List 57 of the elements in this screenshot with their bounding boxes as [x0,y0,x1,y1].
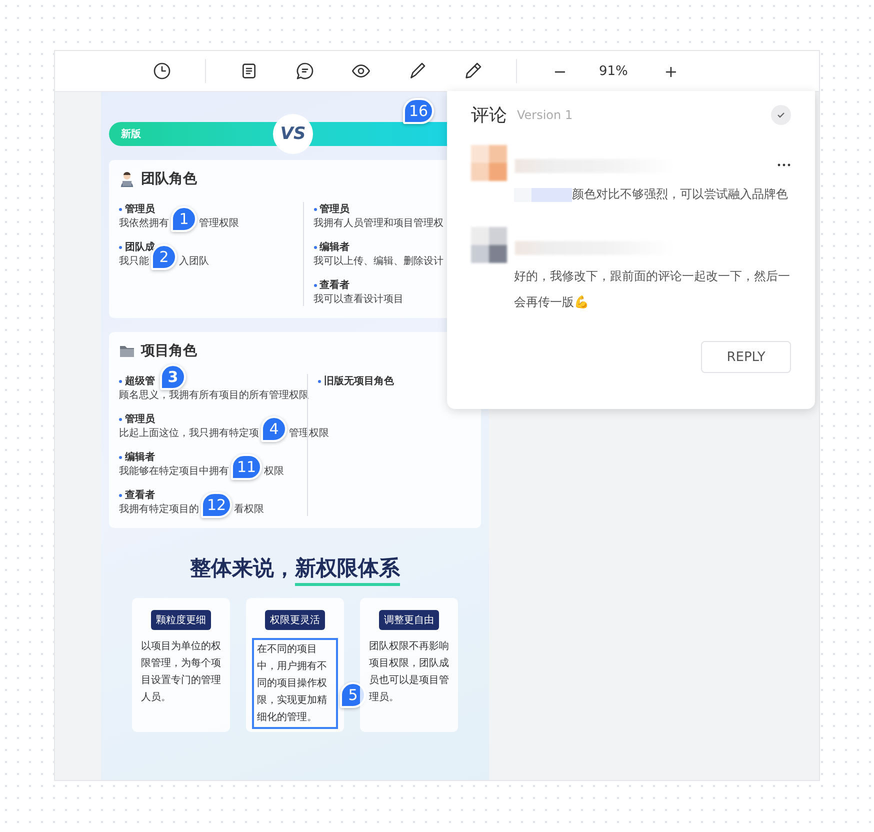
card-title: 团队角色 [141,170,197,188]
avatar [471,145,507,181]
folder-icon [119,344,135,358]
role-description: 管理权限 [199,216,239,230]
role-description: 我拥有特定项目的 [119,502,199,516]
comment-text: 好的，我修改下，跟前面的评论一起改一下，然后一会再传一版💪 [514,268,791,311]
zoom-in-button[interactable]: + [658,58,684,84]
role-title: 查看者 [320,278,350,292]
comment-pin[interactable]: 11 [231,454,262,480]
card-title: 项目角色 [141,342,197,360]
role-description: 我拥有人员管理和项目管理权 [314,216,444,230]
role-description: 看权限 [234,502,264,516]
summary-highlight: 新权限体系 [295,554,400,586]
role-title: 编辑者 [320,240,350,254]
reply-button[interactable]: REPLY [701,341,791,373]
role-description: 我能够在特定项目中拥有 [119,464,229,478]
person-laptop-icon [119,171,135,187]
role-description: 我可以查看设计项目 [314,292,404,306]
eyedropper-icon [463,61,483,81]
zoom-out-button[interactable]: − [547,58,573,84]
role-title: 编辑者 [125,450,155,464]
feature-badge: 权限更灵活 [265,610,325,630]
resolve-button[interactable] [771,105,791,125]
comment-pin[interactable]: 16 [403,98,434,124]
avatar [471,227,507,263]
role-description: 比起上面这位，我只拥有特定项 [119,426,259,440]
role-description: 权限 [264,464,284,478]
comment-text: 颜色对比不够强烈，可以尝试融入品牌色 [514,181,792,207]
role-title: 管理员 [320,202,350,216]
comment-pin[interactable]: 4 [261,416,287,442]
clock-icon [152,61,172,81]
check-icon [776,110,786,120]
comment-pin[interactable]: 3 [160,364,186,390]
banner-label: 新版 [121,127,141,141]
role-title: 旧版无项目角色 [324,374,394,388]
summary-heading: 整体来说， [190,555,295,582]
feature-text: 团队权限不再影响项目权限，团队成员也可以是项目管理员。 [369,640,449,705]
more-icon [777,163,791,167]
role-description: 我依然拥有 [119,216,169,230]
feature-text: 在不同的项目中，用户拥有不同的项目操作权限，实现更加精细化的管理。 [252,638,338,729]
comment-pin[interactable]: 1 [171,206,197,232]
version-label: Version 1 [517,108,574,122]
role-description: 入团队 [179,254,209,268]
comment-icon [295,61,315,81]
comment-pin[interactable]: 12 [201,492,232,518]
role-title: 管理员 [125,412,155,426]
feature-text: 以项目为单位的权限管理，为每个项目设置专门的管理人员。 [141,640,221,705]
zoom-level: 91% [599,64,628,78]
role-description: 我可以上传、编辑、删除设计 [314,254,444,268]
panel-title: 评论 [471,104,507,127]
feature-badge: 颗粒度更细 [151,610,211,630]
role-description: 我只能 [119,254,149,268]
feature-badge: 调整更自由 [379,610,439,630]
role-title: 查看者 [125,488,155,502]
role-title: 超级管 [125,374,155,388]
vs-badge: VS [273,114,313,154]
role-title: 管理员 [125,202,155,216]
